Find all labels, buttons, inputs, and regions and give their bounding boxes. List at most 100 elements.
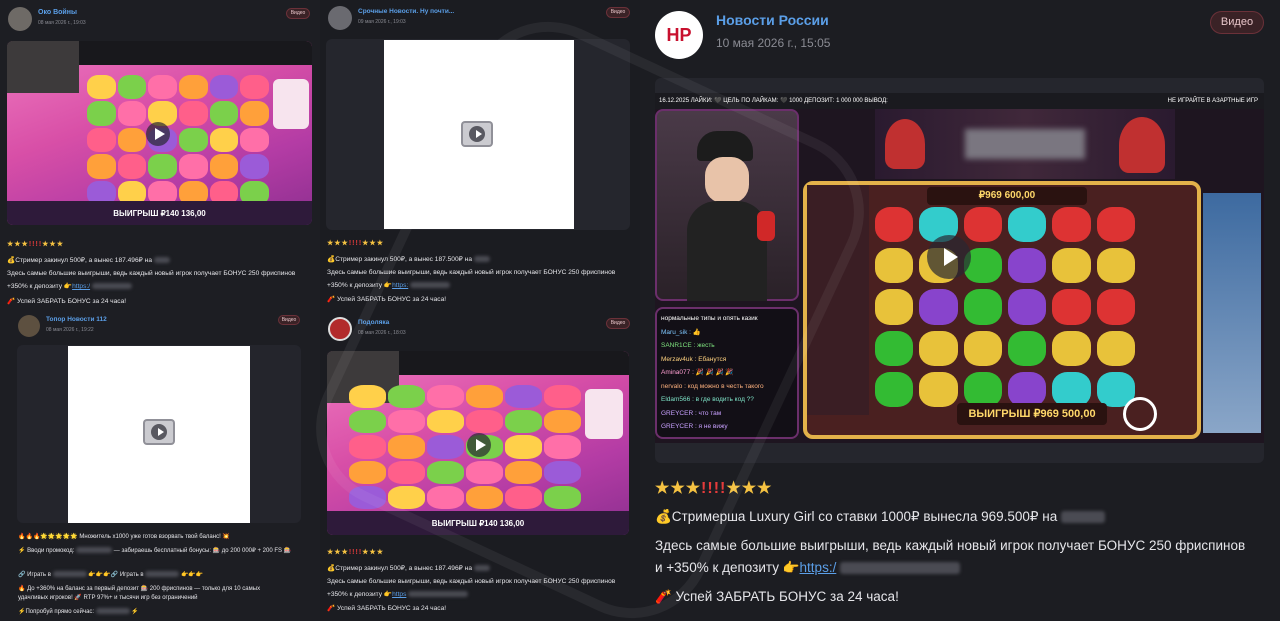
video-badge: Видео (606, 318, 630, 329)
video-player[interactable]: ВЫИГРЫШ ₽140 136,00 (7, 41, 312, 225)
video-player[interactable]: 16.12.2025 ЛАЙКИ: 🖤 ЦЕЛЬ ПО ЛАЙКАМ: 🖤 10… (655, 78, 1264, 463)
sugar-rush-logo (273, 79, 309, 129)
play-icon[interactable] (143, 419, 175, 445)
video-badge: Видео (286, 8, 310, 19)
post-text-line: Здесь самые большие выигрыши, ведь кажды… (327, 269, 616, 276)
chat-message: Merzav4uk : Ебанутся (661, 355, 727, 363)
post-text-line: 🧨 Успей ЗАБРАТЬ БОНУС за 24 часа! (327, 605, 447, 612)
post-text-line: +350% к депозиту 👉https:/ (7, 282, 132, 290)
win-top-display: ₽969 600,00 (927, 187, 1087, 205)
post-header: Топор Новости 112 08 мая 2026 г., 19:22 (18, 315, 107, 337)
stars-line: ★★★!!!!★★★ (327, 549, 384, 556)
streamer-cam (655, 109, 799, 301)
video-badge: Видео (606, 7, 630, 18)
post-text-line: 💰Стример закинул 500₽, а вынес 187.500₽ … (327, 255, 490, 263)
blurred-area (965, 129, 1085, 159)
body-shape (687, 201, 767, 301)
post-header: Подоляка 08 мая 2026 г., 18:03 (328, 317, 406, 341)
promo-link[interactable]: https: (392, 282, 408, 289)
post-text-line: 💰Стример закинул 500₽, а вынес 187.496₽ … (327, 564, 490, 572)
post-text-line: +350% к депозиту 👉https (327, 590, 469, 598)
post-text-line: Здесь самые большие выигрыши, ведь кажды… (7, 270, 296, 277)
post-text-line: 🔥🔥🔥🌟🌟🌟🌟🌟 Множитель x1000 уже готов взорв… (18, 534, 230, 540)
post-text-line: ⚡ Вводи промокод: — забираешь бесплатный… (18, 547, 292, 554)
channel-name[interactable]: Око Войны (38, 9, 86, 16)
post-date: 08 мая 2026 г., 18:03 (358, 330, 406, 336)
chat-message: Maru_sik : 👍 (661, 328, 701, 336)
slot-grid (87, 75, 269, 205)
post-header: Око Войны 08 мая 2026 г., 19:03 (8, 7, 86, 31)
channel-name[interactable]: Новости России (716, 12, 830, 28)
video-player[interactable]: ВЫИГРЫШ ₽140 136,00 (327, 351, 629, 535)
spin-button[interactable] (1123, 397, 1157, 431)
feed-column-3: НР Новости России 10 мая 2026 г., 15:05 … (640, 0, 1280, 621)
stars-line: ★★★!!!!★★★ (7, 241, 64, 248)
channel-avatar[interactable] (18, 315, 40, 337)
play-icon[interactable] (461, 121, 493, 147)
win-bottom-display: ВЫИГРЫШ ₽969 500,00 (957, 403, 1107, 425)
play-icon[interactable] (146, 122, 170, 146)
post-date: 08 мая 2026 г., 19:22 (46, 327, 94, 333)
santa-left (885, 119, 925, 169)
slot-machine: ₽969 600,00 ВЫИГРЫШ ₽969 500,00 (803, 181, 1201, 439)
post-text-line: 💰Стримерша Luxury Girl со ставки 1000₽ в… (655, 509, 1105, 525)
video-player[interactable] (17, 345, 301, 523)
stream-chat: нормальные типы и опять казик Maru_sik :… (655, 307, 799, 439)
post-text-line: +350% к депозиту 👉https: (327, 281, 451, 289)
chat-message: Amina077 : 🎉 🎉 🎉 🎉 (661, 369, 734, 376)
channel-avatar[interactable]: НР (655, 11, 703, 59)
zeus-art (1203, 193, 1261, 433)
slot-grid (875, 207, 1135, 407)
video-player[interactable] (326, 39, 630, 230)
channel-name[interactable]: Срочные Новости. Ну почти... (358, 8, 454, 15)
stars-line: ★★★!!!!★★★ (327, 240, 384, 247)
feed-column-2: Срочные Новости. Ну почти... 09 мая 2026… (320, 0, 640, 621)
post-date: 08 мая 2026 г., 19:03 (38, 20, 86, 26)
play-icon[interactable] (927, 235, 971, 279)
promo-link[interactable]: https (392, 591, 406, 598)
holiday-banner (875, 109, 1175, 179)
channel-avatar[interactable] (328, 6, 352, 30)
face-shape (705, 157, 749, 203)
play-icon[interactable] (467, 433, 491, 457)
slot-grid (349, 385, 581, 509)
post-text-line: 🔗 Играть в 👉👉👉🔗 Играть в 👉👉👉 (18, 571, 204, 578)
stars-line: ★★★!!!!★★★ (655, 480, 773, 497)
video-badge: Видео (1210, 11, 1264, 34)
mic-shape (757, 211, 775, 241)
channel-avatar[interactable] (328, 317, 352, 341)
chat-message: GREYCER : что там (661, 409, 722, 417)
chat-message: Eldam566 : в где водить код ?? (661, 396, 754, 403)
post-header: НР Новости России 10 мая 2026 г., 15:05 (655, 11, 830, 59)
stream-topbar: 16.12.2025 ЛАЙКИ: 🖤 ЦЕЛЬ ПО ЛАЙКАМ: 🖤 10… (655, 93, 1264, 109)
channel-name[interactable]: Топор Новости 112 (46, 316, 107, 323)
post-date: 10 мая 2026 г., 15:05 (716, 36, 831, 50)
feed-column-1: Око Войны 08 мая 2026 г., 19:03 Видео ВЫ… (0, 0, 320, 621)
win-banner: ВЫИГРЫШ ₽140 136,00 (327, 511, 629, 535)
channel-name[interactable]: Подоляка (358, 319, 406, 326)
post-text-line: Здесь самые большие выигрыши, ведь кажды… (655, 538, 1246, 553)
page: Око Войны 08 мая 2026 г., 19:03 Видео ВЫ… (0, 0, 1280, 621)
post-text-line: 🧨 Успей ЗАБРАТЬ БОНУС за 24 часа! (655, 589, 899, 604)
post-text-line: 🧨 Успей ЗАБРАТЬ БОНУС за 24 часа! (327, 296, 447, 303)
chat-message: nervalo : код можно в честь такого (661, 382, 764, 390)
santa-right (1119, 117, 1165, 173)
promo-link[interactable]: https:/ (800, 560, 837, 575)
chat-message: GREYCER : я не вижу (661, 423, 728, 430)
promo-link[interactable]: https:/ (72, 283, 90, 290)
post-text-line: Здесь самые большие выигрыши, ведь кажды… (327, 578, 616, 585)
bet-column (807, 185, 869, 415)
post-text-line: и +350% к депозиту 👉https:/ (655, 560, 961, 576)
post-text-line: 💰Стример закинул 500₽, а вынес 187.496₽ … (7, 256, 170, 264)
video-badge: Видео (278, 315, 300, 325)
sugar-rush-logo (585, 389, 623, 439)
stream-frame: 16.12.2025 ЛАЙКИ: 🖤 ЦЕЛЬ ПО ЛАЙКАМ: 🖤 10… (655, 93, 1264, 443)
post-text-line: удачливых игроков! 🚀 RTP 97%+ и тысячи и… (18, 595, 198, 601)
post-text-line: 🔥 До +360% на баланс за первый депозит 🎰… (18, 586, 261, 592)
post-date: 09 мая 2026 г., 19:03 (358, 19, 406, 25)
chat-message: нормальные типы и опять казик (661, 315, 758, 322)
post-text-line: ⚡Попробуй прямо сейчас: ⚡ (18, 608, 139, 615)
post-header: Срочные Новости. Ну почти... 09 мая 2026… (328, 6, 454, 30)
channel-avatar[interactable] (8, 7, 32, 31)
win-banner: ВЫИГРЫШ ₽140 136,00 (7, 201, 312, 225)
